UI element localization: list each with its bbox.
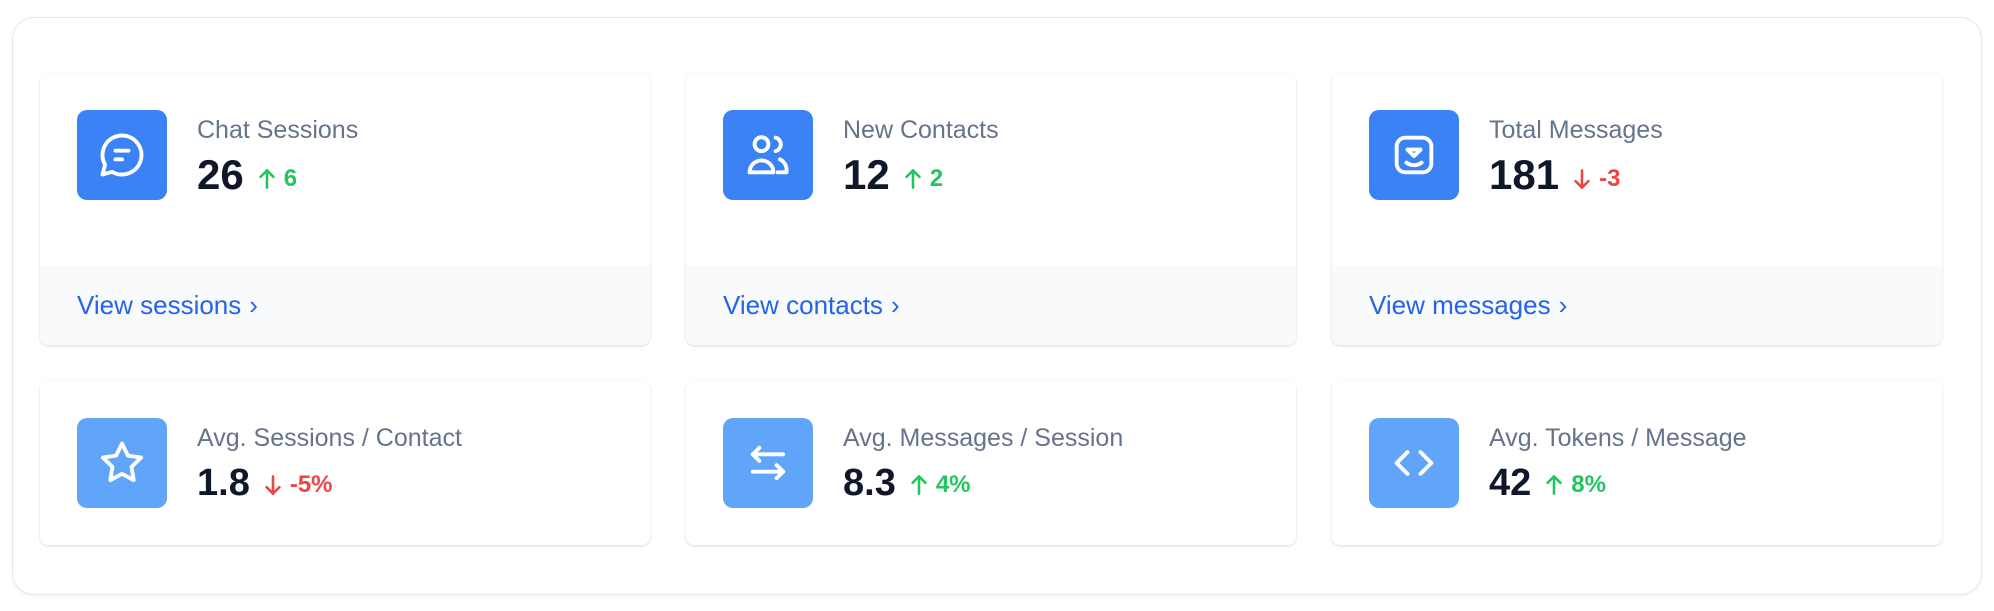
stats-panel: Chat Sessions 26 6 View sessions › New C… (12, 17, 1982, 595)
trend-badge: 4% (910, 471, 971, 499)
delta-value: 6 (283, 165, 298, 192)
stat-value: 26 (197, 151, 244, 198)
stats-grid: Chat Sessions 26 6 View sessions › New C… (40, 73, 1954, 545)
avg-messages-per-session-card: Avg. Messages / Session 8.3 4% (686, 381, 1296, 545)
avg-tokens-per-message-card: Avg. Tokens / Message 42 8% (1332, 381, 1942, 545)
stat-label: New Contacts (843, 116, 999, 144)
chevron-right-icon: › (1558, 290, 1568, 320)
stat-value: 1.8 (197, 462, 250, 504)
arrow-up-icon (259, 169, 275, 189)
stat-label: Avg. Sessions / Contact (197, 424, 462, 452)
stat-value: 42 (1489, 462, 1532, 504)
users-icon (723, 110, 813, 200)
trend-badge: 2 (904, 165, 943, 193)
avg-sessions-per-contact-card: Avg. Sessions / Contact 1.8 -5% (40, 381, 650, 545)
total-messages-card: Total Messages 181 -3 View messages › (1332, 73, 1942, 345)
card-footer: View contacts › (686, 266, 1296, 345)
arrows-exchange-icon (723, 418, 813, 508)
arrow-down-icon (265, 475, 281, 495)
arrow-up-icon (905, 169, 921, 189)
chat-bubble-icon (77, 110, 167, 200)
arrow-up-icon (1546, 475, 1562, 495)
stat-label: Avg. Messages / Session (843, 424, 1124, 452)
view-messages-link[interactable]: View messages (1369, 290, 1551, 321)
card-body: New Contacts 12 2 (686, 73, 1296, 266)
trend-badge: -5% (264, 471, 333, 499)
trend-badge: 8% (1545, 471, 1606, 499)
view-sessions-link[interactable]: View sessions (77, 290, 241, 321)
arrow-up-icon (911, 475, 927, 495)
chevron-right-icon: › (249, 290, 258, 320)
card-body: Total Messages 181 -3 (1332, 73, 1942, 266)
stat-label: Total Messages (1489, 116, 1663, 144)
card-body: Avg. Messages / Session 8.3 4% (686, 381, 1296, 545)
stat-value: 181 (1489, 151, 1560, 198)
card-body: Chat Sessions 26 6 (40, 73, 650, 266)
card-footer: View sessions › (40, 266, 650, 345)
delta-value: -3 (1599, 165, 1621, 192)
code-icon (1369, 418, 1459, 508)
view-contacts-link[interactable]: View contacts (723, 290, 883, 321)
delta-value: 4% (935, 471, 971, 498)
card-body: Avg. Tokens / Message 42 8% (1332, 381, 1942, 545)
trend-badge: 6 (258, 165, 297, 193)
inbox-smile-icon (1369, 110, 1459, 200)
stat-label: Avg. Tokens / Message (1489, 424, 1747, 452)
arrow-down-icon (1574, 169, 1590, 189)
card-footer: View messages › (1332, 266, 1942, 345)
stat-value: 12 (843, 151, 890, 198)
chevron-right-icon: › (890, 290, 900, 320)
delta-value: -5% (289, 471, 333, 498)
stats-row-averages: Avg. Sessions / Contact 1.8 -5% Avg. Mes… (40, 381, 1954, 545)
star-icon (77, 418, 167, 508)
card-body: Avg. Sessions / Contact 1.8 -5% (40, 381, 650, 545)
delta-value: 2 (929, 165, 944, 192)
chat-sessions-card: Chat Sessions 26 6 View sessions › (40, 73, 650, 345)
new-contacts-card: New Contacts 12 2 View contacts › (686, 73, 1296, 345)
trend-badge: -3 (1573, 165, 1620, 193)
stat-value: 8.3 (843, 462, 896, 504)
stat-label: Chat Sessions (197, 116, 359, 144)
delta-value: 8% (1571, 471, 1606, 498)
stats-row-primary: Chat Sessions 26 6 View sessions › New C… (40, 73, 1954, 345)
